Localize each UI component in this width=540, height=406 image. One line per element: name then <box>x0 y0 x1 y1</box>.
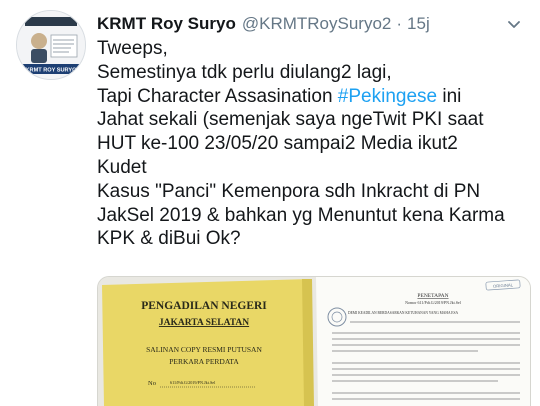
user-handle[interactable]: @KRMTRoySuryo2 <box>242 14 392 34</box>
tweet-line: KPK & diBui Ok? <box>97 228 241 250</box>
avatar-banner-text: KRMT ROY SURYO <box>26 68 78 74</box>
tweet-line: Jahat sekali (semenjak saya ngeTwit PKI … <box>97 109 484 131</box>
tweet-line: JakSel 2019 & bahkan yg Menuntut kena Ka… <box>97 204 505 226</box>
copy-line-1: SALINAN COPY RESMI PUTUSAN <box>146 345 262 354</box>
tweet-media-image[interactable]: PENGADILAN NEGERI JAKARTA SELATAN SALINA… <box>97 276 531 406</box>
separator-dot: · <box>396 14 403 33</box>
case-number: 611/Pdt.G/2019/PN.Jkt.Sel <box>170 380 216 385</box>
tweet-header: KRMT Roy Suryo @KRMTRoySuryo2 · 15j <box>97 10 528 38</box>
court-title: PENGADILAN NEGERI <box>141 300 267 312</box>
tweet-line: HUT ke-100 23/05/20 sampai2 Media ikut2 <box>97 133 458 155</box>
avatar-image: KRMT ROY SURYO <box>17 11 85 79</box>
right-header-line: DEMI KEADILAN BERDASARKAN KETUHANAN YANG… <box>348 311 458 315</box>
tweet-line-text: Tapi Character Assasination <box>97 85 338 107</box>
right-heading: PENETAPAN <box>417 293 448 299</box>
tweet-line: Kasus "Panci" Kemenpora sdh Inkracht di … <box>97 180 481 202</box>
tweet-line: Kudet <box>97 156 147 178</box>
tweet-line-text: ini <box>437 85 462 107</box>
tweet-line: Semestinya tdk perlu diulang2 lagi, <box>97 61 392 83</box>
tweet-time[interactable]: 15j <box>407 14 430 34</box>
tweet-body: Tweeps, Semestinya tdk perlu diulang2 la… <box>97 37 537 251</box>
avatar[interactable]: KRMT ROY SURYO <box>16 10 86 80</box>
tweet-line: Tapi Character Assasination #Pekingese i… <box>97 85 537 109</box>
hashtag-link[interactable]: #Pekingese <box>338 86 437 107</box>
copy-line-2: PERKARA PERDATA <box>169 357 239 366</box>
tweet-line: Tweeps, <box>97 38 168 59</box>
chevron-down-icon[interactable] <box>504 14 524 34</box>
case-number-label: No <box>148 380 156 387</box>
display-name[interactable]: KRMT Roy Suryo <box>97 14 236 34</box>
right-number: Nomor 611/Pdt.G/2019/PN.Jkt.Sel <box>405 300 462 305</box>
court-city: JAKARTA SELATAN <box>159 318 249 328</box>
court-document-photo: PENGADILAN NEGERI JAKARTA SELATAN SALINA… <box>98 277 530 406</box>
